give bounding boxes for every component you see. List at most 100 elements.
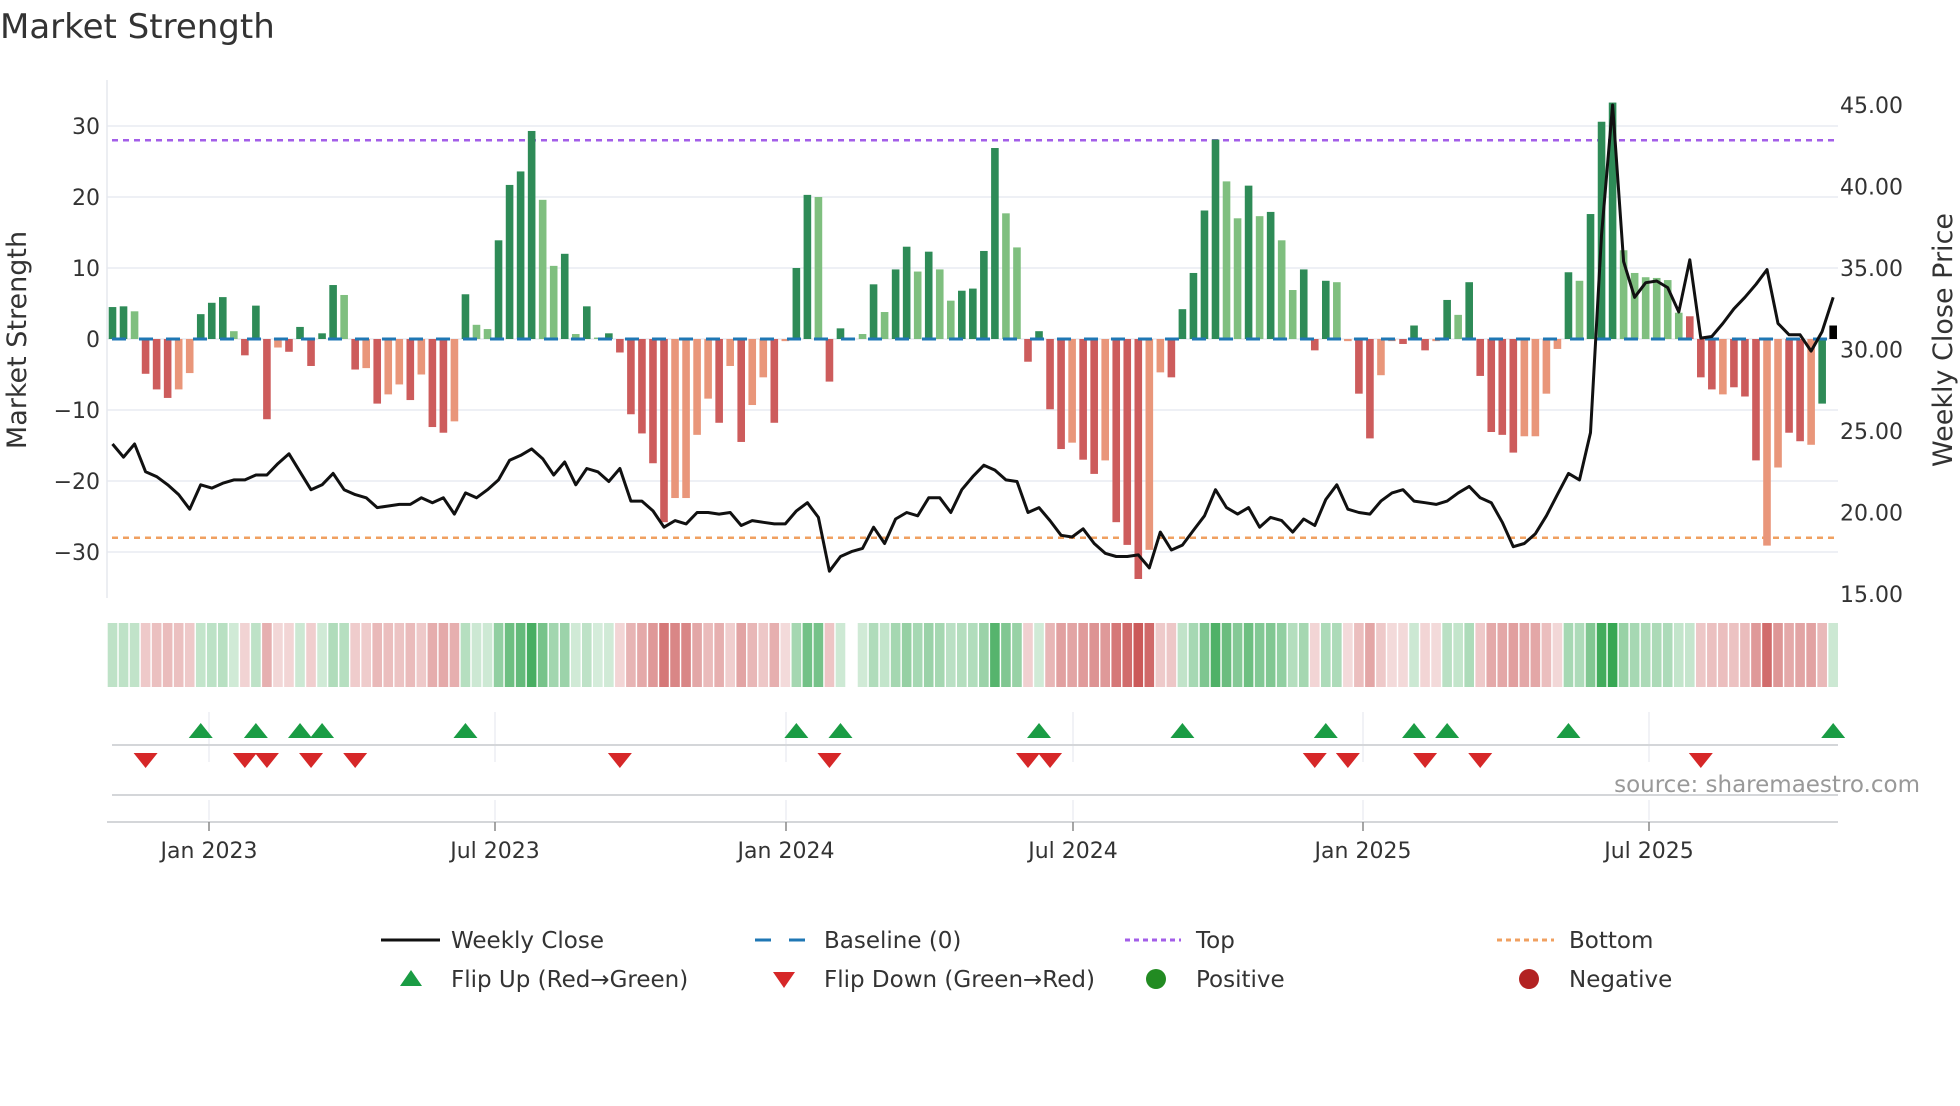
strength-bar — [1101, 339, 1109, 461]
strength-bar — [1178, 309, 1187, 339]
strength-bar — [351, 339, 359, 370]
heat-strip-cell — [835, 623, 846, 687]
heat-strip-cell — [1740, 623, 1750, 687]
heat-strip-cell — [1718, 623, 1728, 687]
heat-strip-cell — [868, 623, 879, 687]
strength-bar — [1829, 325, 1837, 339]
heat-strip-cell — [1563, 623, 1574, 687]
heat-strip-cell — [945, 623, 956, 687]
strength-bar — [616, 339, 624, 353]
strength-bar — [1421, 339, 1429, 351]
strength-bar — [219, 297, 227, 339]
legend-item-weekly-close[interactable]: Weekly Close — [381, 928, 604, 954]
heat-strip-cell — [758, 623, 769, 687]
strength-bar — [185, 339, 194, 374]
strength-bar — [1630, 272, 1639, 339]
strength-bar — [902, 246, 911, 339]
heat-strip-cell — [1089, 623, 1099, 687]
heat-strip-cell — [615, 623, 625, 687]
strength-bar — [1564, 272, 1573, 339]
strength-bar — [1498, 339, 1507, 435]
strength-bar — [924, 251, 933, 339]
strength-bar — [549, 265, 558, 339]
heat-strip-cell — [714, 623, 724, 687]
heat-strip-cell — [1276, 623, 1287, 687]
strength-bar — [527, 130, 536, 339]
flip-up-marker — [1027, 723, 1052, 738]
heat-strip-cell — [251, 623, 261, 687]
strength-bar — [538, 199, 547, 339]
chart-title: Market Strength — [0, 7, 275, 47]
heat-strip-cell — [692, 623, 702, 687]
heat-strip-cell — [957, 623, 967, 687]
strength-bar — [1443, 299, 1451, 339]
strength-bar — [1156, 339, 1165, 373]
legend-item-baseline[interactable]: Baseline (0) — [755, 928, 961, 954]
strength-bar — [1266, 211, 1275, 339]
strength-bar — [494, 240, 503, 339]
strength-bar — [693, 339, 701, 435]
heat-strip-cell — [990, 623, 1000, 687]
heat-strip-cell — [1486, 623, 1497, 687]
legend-item-flip-down[interactable]: Flip Down (Green→Red) — [773, 967, 1095, 993]
strength-bar — [1200, 210, 1209, 339]
heat-strip-cell — [703, 623, 713, 687]
strength-bar — [1145, 339, 1154, 550]
strength-bar — [1410, 325, 1418, 339]
heat-strip-cell — [1607, 623, 1618, 687]
strength-bar — [406, 339, 415, 401]
strength-heat-strip — [107, 623, 1838, 687]
strength-bar — [627, 339, 635, 415]
heat-strip-cell — [273, 623, 283, 687]
legend-item-bottom[interactable]: Bottom — [1497, 928, 1653, 954]
strength-bar — [880, 312, 889, 339]
heat-strip-cell — [1420, 623, 1430, 687]
heat-strip-cell — [581, 623, 592, 687]
circle-red-icon — [1519, 969, 1539, 989]
heat-strip-cell — [1828, 623, 1838, 687]
heat-strip-cell — [1784, 623, 1794, 687]
strength-bar — [1730, 339, 1738, 388]
flip-down-marker — [343, 753, 368, 768]
heat-strip-cell — [1133, 623, 1144, 687]
y-axis-label: Market Strength — [2, 231, 33, 449]
heat-strip-cell — [515, 623, 526, 687]
strength-bar — [726, 339, 734, 366]
heat-strip-cell — [901, 623, 912, 687]
heat-strip-cell — [394, 623, 405, 687]
heat-strip-cell — [857, 623, 868, 687]
flip-up-marker — [453, 723, 478, 738]
strength-bar — [1288, 290, 1297, 339]
flip-up-marker — [243, 723, 268, 738]
heat-strip-cell — [1453, 623, 1463, 687]
heat-strip-cell — [504, 623, 515, 687]
y2-tick-label: 20.00 — [1840, 502, 1903, 527]
legend-item-top[interactable]: Top — [1125, 928, 1235, 954]
strength-bar — [1531, 339, 1540, 437]
legend-item-positive[interactable]: Positive — [1146, 967, 1285, 993]
flip-up-marker — [1170, 723, 1195, 738]
strength-bar — [1719, 339, 1727, 395]
heat-strip-cell — [1144, 623, 1155, 687]
flip-down-marker — [817, 753, 842, 768]
heat-strip-cell — [1762, 623, 1772, 687]
strength-bar — [1344, 339, 1352, 342]
heat-strip-cell — [1100, 623, 1110, 687]
heat-strip-cell — [218, 623, 228, 687]
strength-bar — [428, 339, 437, 428]
legend-item-negative[interactable]: Negative — [1519, 967, 1672, 993]
heat-strip-cell — [1398, 623, 1408, 687]
strength-bar — [1233, 218, 1242, 339]
heat-strip-cell — [1795, 623, 1805, 687]
strength-bar — [1752, 339, 1760, 461]
strength-bar — [1123, 339, 1132, 545]
strength-bar — [1277, 240, 1286, 339]
heat-strip-cell — [1629, 623, 1640, 687]
legend-item-flip-up[interactable]: Flip Up (Red→Green) — [400, 967, 688, 993]
strength-bar — [450, 339, 459, 422]
heat-strip-cell — [405, 623, 416, 687]
legend-label: Weekly Close — [451, 928, 604, 954]
heat-strip-cell — [1817, 623, 1827, 687]
legend-label: Negative — [1569, 967, 1672, 993]
y-tick-label: 10 — [72, 257, 100, 282]
